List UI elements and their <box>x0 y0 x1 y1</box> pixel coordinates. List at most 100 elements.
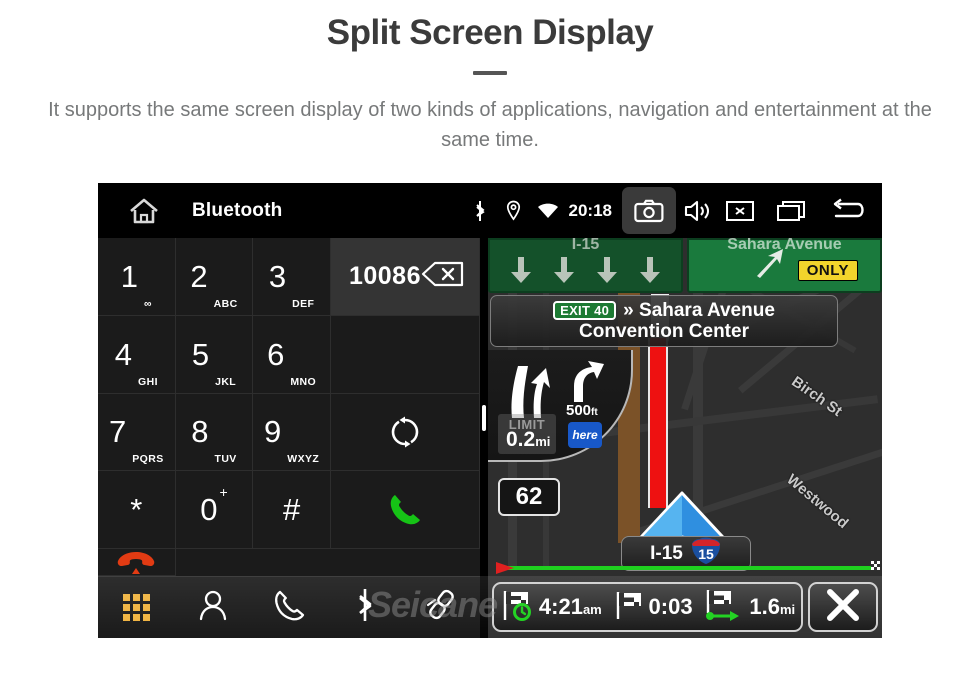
maneuver-distance-value: 0.2 <box>506 428 536 451</box>
recents-icon[interactable] <box>766 199 818 223</box>
eta-panel[interactable]: 4:21am 0:03 1.6mi <box>492 582 803 632</box>
status-bar-clock: 20:18 <box>568 200 612 220</box>
pair-link-tab[interactable] <box>404 589 480 626</box>
overhead-sign-group: I-15 Sahara Avenue ONLY <box>488 238 882 293</box>
dial-key-4[interactable]: 4 GHI <box>98 315 176 394</box>
bluetooth-icon <box>354 588 376 627</box>
route-progress-bar <box>488 560 882 574</box>
flag-arrow-icon <box>704 589 744 626</box>
dial-key-digit: # <box>283 492 301 528</box>
hangup-button[interactable] <box>98 549 176 576</box>
next-maneuver-distance-value: 500 <box>566 402 592 419</box>
dial-key-sub: MNO <box>290 375 317 388</box>
overhead-sign-right: Sahara Avenue ONLY <box>687 238 882 293</box>
dial-key-digit: * <box>130 492 143 528</box>
dial-key-digit: 9 <box>264 414 282 450</box>
close-box-icon[interactable] <box>714 199 766 223</box>
eta-remaining-time: 0:03 <box>614 590 693 625</box>
dialer-tab-bar <box>98 576 480 638</box>
overhead-sign-left-text: I-15 <box>571 238 600 253</box>
dialed-number-display[interactable]: 10086 <box>330 238 480 316</box>
next-maneuver-distance-unit: ft <box>591 407 598 418</box>
dial-key-7[interactable]: 7 PQRS <box>98 393 176 472</box>
volume-icon[interactable] <box>680 199 714 223</box>
home-icon[interactable] <box>124 197 164 225</box>
dial-key-8[interactable]: 8 TUV <box>175 393 254 472</box>
dial-key-star[interactable]: * <box>98 471 176 549</box>
maneuver-distance: 0.2mi <box>506 428 550 452</box>
split-divider-handle[interactable] <box>482 405 486 431</box>
current-speed-box: 62 <box>498 478 560 516</box>
dial-key-digit: 5 <box>191 336 210 372</box>
back-arrow-icon[interactable] <box>818 198 882 224</box>
exit-destination: » Sahara Avenue <box>623 299 775 321</box>
dial-key-3[interactable]: 3 DEF <box>253 238 331 316</box>
lane-guidance-arrows <box>490 255 681 285</box>
dial-key-digit: 7 <box>109 414 127 450</box>
page-description: It supports the same screen display of t… <box>48 98 932 151</box>
dialpad-grid-icon <box>122 594 150 621</box>
dial-key-digit: 2 <box>190 258 208 294</box>
dial-key-sub: ∞ <box>144 297 152 310</box>
person-icon <box>198 589 228 626</box>
dial-key-digit: 4 <box>114 336 133 372</box>
close-x-icon <box>825 587 861 628</box>
dial-key-sub: JKL <box>215 375 237 388</box>
flag-clock-icon <box>500 589 534 626</box>
only-badge: ONLY <box>797 260 858 281</box>
bluetooth-tab[interactable] <box>327 588 403 627</box>
dial-key-sub: PQRS <box>132 453 164 466</box>
contacts-tab[interactable] <box>174 589 250 626</box>
down-arrow-icon <box>597 257 617 283</box>
backspace-icon[interactable] <box>421 261 465 292</box>
bluetooth-dialer-pane: 1 ∞ 2 ABC 3 DEF 10086 4 GHI 5 JKL 6 MNO … <box>98 238 480 638</box>
eta-arrival-value: 4:21am <box>539 594 602 620</box>
dial-key-hash[interactable]: # <box>253 471 331 549</box>
dial-key-sub: ABC <box>213 297 238 310</box>
dial-key-6[interactable]: 6 MNO <box>253 315 331 394</box>
hangup-icon <box>118 552 155 574</box>
exit-ramp-arrow-icon <box>751 246 787 285</box>
down-arrow-icon <box>554 257 574 283</box>
dial-key-1[interactable]: 1 ∞ <box>98 238 176 316</box>
eta-arrival-time: 4:21am <box>500 589 602 626</box>
dial-key-digit: 3 <box>268 258 287 294</box>
status-bar-title: Bluetooth <box>192 199 283 221</box>
maneuver-distance-unit: mi <box>535 434 551 449</box>
eta-arrival-meridiem: am <box>582 602 602 617</box>
dial-key-0[interactable]: 0 + <box>175 471 254 549</box>
phone-handset-icon <box>273 589 305 626</box>
dialpad-tab[interactable] <box>98 594 174 621</box>
car-head-unit-screen: Bluetooth 20:18 1 ∞ 2 ABC 3 DEF 10086 4 … <box>98 183 882 638</box>
dialpad-keys: 1 ∞ 2 ABC 3 DEF 10086 4 GHI 5 JKL 6 MNO … <box>98 238 480 576</box>
navigation-pane[interactable]: Birch St Westwood I-15 Sahara Avenue ONL… <box>488 238 882 638</box>
call-history-tab[interactable] <box>251 589 327 626</box>
link-chain-icon <box>426 589 458 626</box>
progress-position-marker <box>494 560 516 581</box>
eta-distance-value: 1.6mi <box>749 594 795 620</box>
dial-key-2[interactable]: 2 ABC <box>175 238 254 316</box>
close-navigation-button[interactable] <box>808 582 878 632</box>
dial-key-sub: DEF <box>292 297 315 310</box>
dial-key-sub: TUV <box>214 453 237 466</box>
wifi-icon <box>531 202 565 220</box>
down-arrow-icon <box>511 257 531 283</box>
overhead-sign-left: I-15 <box>488 238 683 293</box>
exit-banner: EXIT 40 » Sahara Avenue Convention Cente… <box>490 295 838 347</box>
call-icon <box>390 494 420 524</box>
location-pin-icon <box>497 200 531 221</box>
dial-key-9[interactable]: 9 WXYZ <box>253 393 331 472</box>
dial-key-digit: 1 <box>120 258 138 294</box>
progress-destination-flag-icon <box>871 561 880 570</box>
split-divider[interactable] <box>480 238 488 638</box>
dialer-empty-cell-1 <box>330 315 480 394</box>
call-button[interactable] <box>330 471 480 549</box>
status-bar: Bluetooth 20:18 <box>98 183 882 238</box>
dial-key-5[interactable]: 5 JKL <box>175 315 254 394</box>
down-arrow-icon <box>640 257 660 283</box>
camera-icon[interactable] <box>622 187 676 234</box>
dial-key-digit: 6 <box>267 336 285 372</box>
sync-icon[interactable] <box>330 393 480 472</box>
eta-arrival-time-text: 4:21 <box>538 594 583 619</box>
eta-distance-unit: mi <box>779 602 796 617</box>
